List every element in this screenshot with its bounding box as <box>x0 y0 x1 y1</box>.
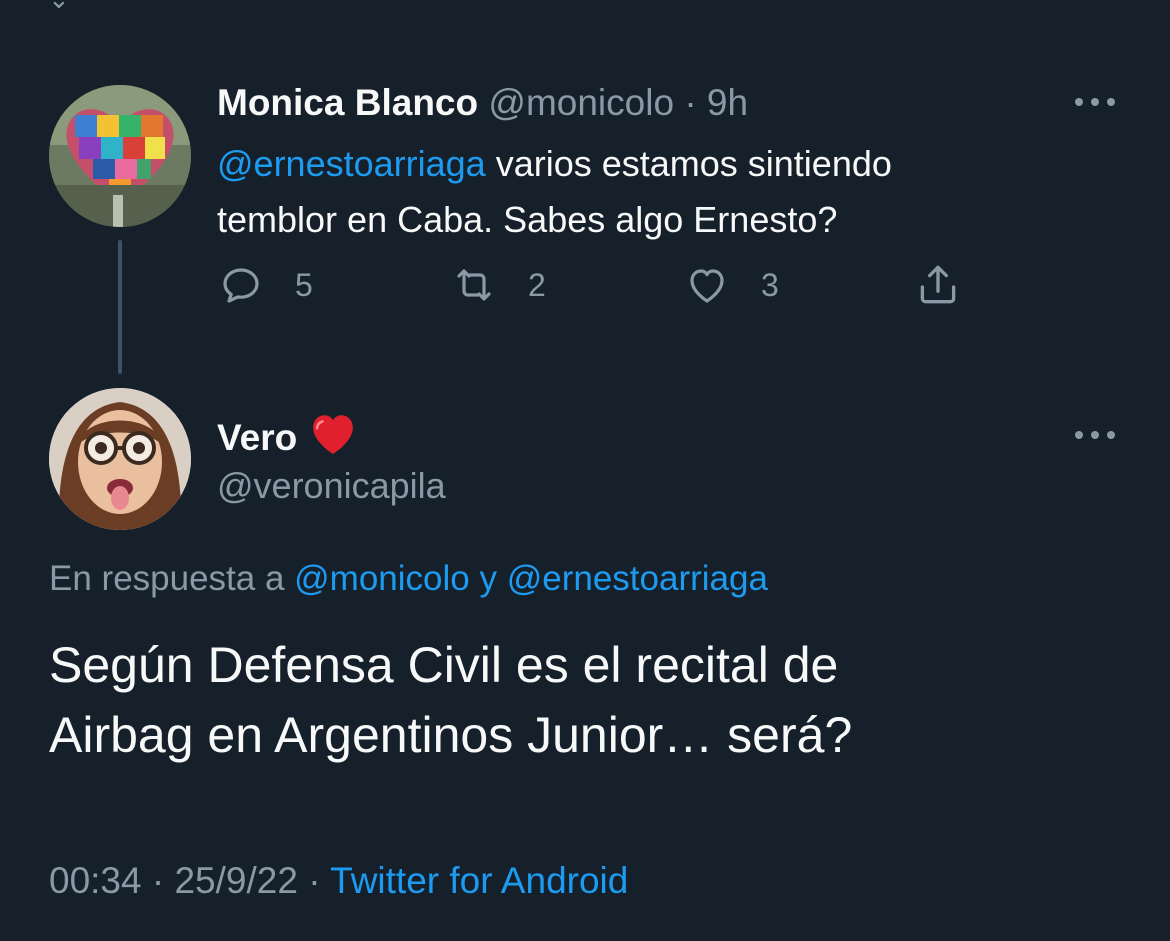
meta-separator: · <box>297 860 331 901</box>
woman-glasses-avatar-icon <box>49 388 191 530</box>
like-count: 3 <box>761 266 779 303</box>
retweet-count: 2 <box>528 266 546 303</box>
user-handle[interactable]: @monicolo <box>488 82 674 123</box>
tweet-timestamp-time[interactable]: 00:34 <box>49 860 142 901</box>
tweet-text-line1: varios estamos sintiendo <box>485 143 892 184</box>
mention-link[interactable]: @ernestoarriaga <box>217 143 486 184</box>
reply-text-line2: Airbag en Argentinos Junior… será? <box>49 707 853 763</box>
reply-icon <box>223 268 259 303</box>
tweet-source-link[interactable]: Twitter for Android <box>330 860 628 901</box>
tweet-text-line2: temblor en Caba. Sabes algo Ernesto? <box>217 199 838 240</box>
tweet-header: Monica Blanco @monicolo · 9h <box>217 80 748 126</box>
reply-text-line1: Según Defensa Civil es el recital de <box>49 637 839 693</box>
avatar-vero[interactable] <box>49 388 191 530</box>
heart-outline-icon <box>690 269 724 303</box>
previous-tweet-cutoff: ⌄ <box>48 0 70 12</box>
tweet-metadata: 00:34 · 25/9/22 · Twitter for Android <box>49 858 628 904</box>
tweet-time[interactable]: 9h <box>707 82 748 123</box>
reply-count: 5 <box>295 266 313 303</box>
reply-author-handle[interactable]: @veronicapila <box>217 463 446 509</box>
replying-mention-ernestoarriaga[interactable]: @ernestoarriaga <box>507 559 768 598</box>
reply-tweet-text: Según Defensa Civil es el recital de Air… <box>49 630 1119 770</box>
replying-to: En respuesta a @monicolo y @ernestoarria… <box>49 556 768 602</box>
like-button[interactable]: 3 <box>683 260 779 310</box>
tweet-timestamp-date[interactable]: 25/9/22 <box>174 860 297 901</box>
replying-joiner: y <box>469 559 507 598</box>
share-icon <box>920 265 956 304</box>
tweet-text: @ernestoarriaga varios estamos sintiendo… <box>217 136 1047 248</box>
avatar-monica[interactable] <box>49 85 191 227</box>
separator-dot: · <box>684 82 697 123</box>
display-name[interactable]: Monica Blanco <box>217 82 478 123</box>
puzzle-heart-avatar-icon <box>49 85 191 227</box>
display-name[interactable]: Vero <box>217 417 297 458</box>
meta-separator: · <box>141 860 175 901</box>
share-button[interactable] <box>913 260 963 310</box>
retweet-icon <box>457 269 491 301</box>
retweet-button[interactable]: 2 <box>450 260 546 310</box>
replying-prefix: En respuesta a <box>49 559 295 598</box>
reply-author-name[interactable]: Vero <box>217 410 359 467</box>
replying-mention-monicolo[interactable]: @monicolo <box>294 559 470 598</box>
reply-button[interactable]: 5 <box>217 260 313 310</box>
more-options-icon[interactable] <box>1073 427 1117 443</box>
thread-connector-line <box>118 240 122 374</box>
more-options-icon[interactable] <box>1073 94 1117 110</box>
red-heart-emoji-icon <box>307 410 359 467</box>
